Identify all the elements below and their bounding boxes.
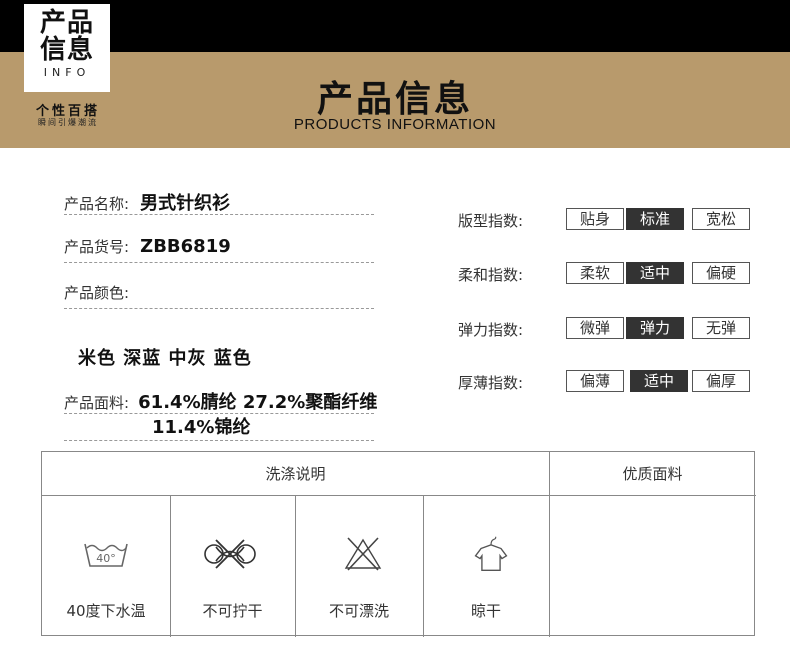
- index-option: 偏厚: [692, 370, 750, 392]
- index-option-selected: 适中: [630, 370, 688, 392]
- page-title: 产品信息: [316, 79, 473, 120]
- product-name-label: 产品名称:: [64, 195, 130, 213]
- wash-temp: 40°: [96, 552, 116, 565]
- logo-line1: 产品: [39, 8, 94, 38]
- wash-40-icon: 40°: [84, 543, 128, 567]
- product-fabric-label: 产品面料:: [64, 394, 130, 412]
- divider: [64, 214, 374, 215]
- product-fabric-line2: 11.4%锦纶: [152, 417, 251, 438]
- index-label: 版型指数:: [458, 212, 524, 230]
- index-label: 弹力指数:: [458, 321, 524, 339]
- divider: [64, 262, 374, 263]
- hang-dry-icon: [474, 536, 508, 572]
- logo-en: INFO: [43, 66, 91, 79]
- product-sku-label: 产品货号:: [64, 238, 130, 256]
- divider: [64, 308, 374, 309]
- index-option: 贴身: [566, 208, 624, 230]
- care-label: 晾干: [470, 602, 501, 620]
- header-top-bar: [0, 0, 790, 52]
- quality-header: 优质面料: [622, 465, 683, 483]
- product-name-value: 男式针织衫: [140, 193, 231, 214]
- product-fabric-row: 产品面料: 61.4%腈纶 27.2%聚酯纤维: [64, 388, 377, 414]
- tagline-sub: 瞬间引爆潮流: [38, 118, 98, 127]
- logo-line2: 信息: [39, 35, 94, 65]
- index-option: 柔软: [566, 262, 624, 284]
- page-subtitle: PRODUCTS INFORMATION: [293, 116, 497, 133]
- index-option-selected: 弹力: [626, 317, 684, 339]
- index-option: 微弹: [566, 317, 624, 339]
- index-option: 宽松: [692, 208, 750, 230]
- no-wring-icon: [204, 539, 256, 569]
- index-option: 偏薄: [566, 370, 624, 392]
- divider: [64, 440, 374, 441]
- product-sku-row: 产品货号: ZBB6819: [64, 236, 231, 257]
- index-option-selected: 标准: [626, 208, 684, 230]
- product-name-row: 产品名称: 男式针织衫: [64, 189, 230, 215]
- product-color-label: 产品颜色:: [64, 284, 130, 302]
- index-option-selected: 适中: [626, 262, 684, 284]
- care-label: 40度下水温: [66, 602, 146, 620]
- product-fabric-line1: 61.4%腈纶 27.2%聚酯纤维: [138, 392, 378, 413]
- wash-header: 洗涤说明: [265, 465, 326, 483]
- index-label: 厚薄指数:: [458, 374, 524, 392]
- index-option: 无弹: [692, 317, 750, 339]
- table-divider: [549, 495, 756, 496]
- index-option: 偏硬: [692, 262, 750, 284]
- care-label: 不可漂洗: [328, 602, 389, 620]
- care-label: 不可拧干: [202, 602, 263, 620]
- product-color-row: 产品颜色:: [64, 282, 129, 303]
- product-sku-value: ZBB6819: [140, 236, 231, 257]
- wash-care-table: 洗涤说明 优质面料 40° 40度下水温 不可拧干 不可漂洗 晾干: [41, 451, 756, 637]
- info-logo: 产品 信息 INFO: [24, 4, 110, 92]
- index-label: 柔和指数:: [458, 266, 524, 284]
- product-color-value: 米色 深蓝 中灰 蓝色: [78, 348, 252, 369]
- no-bleach-icon: [344, 537, 382, 571]
